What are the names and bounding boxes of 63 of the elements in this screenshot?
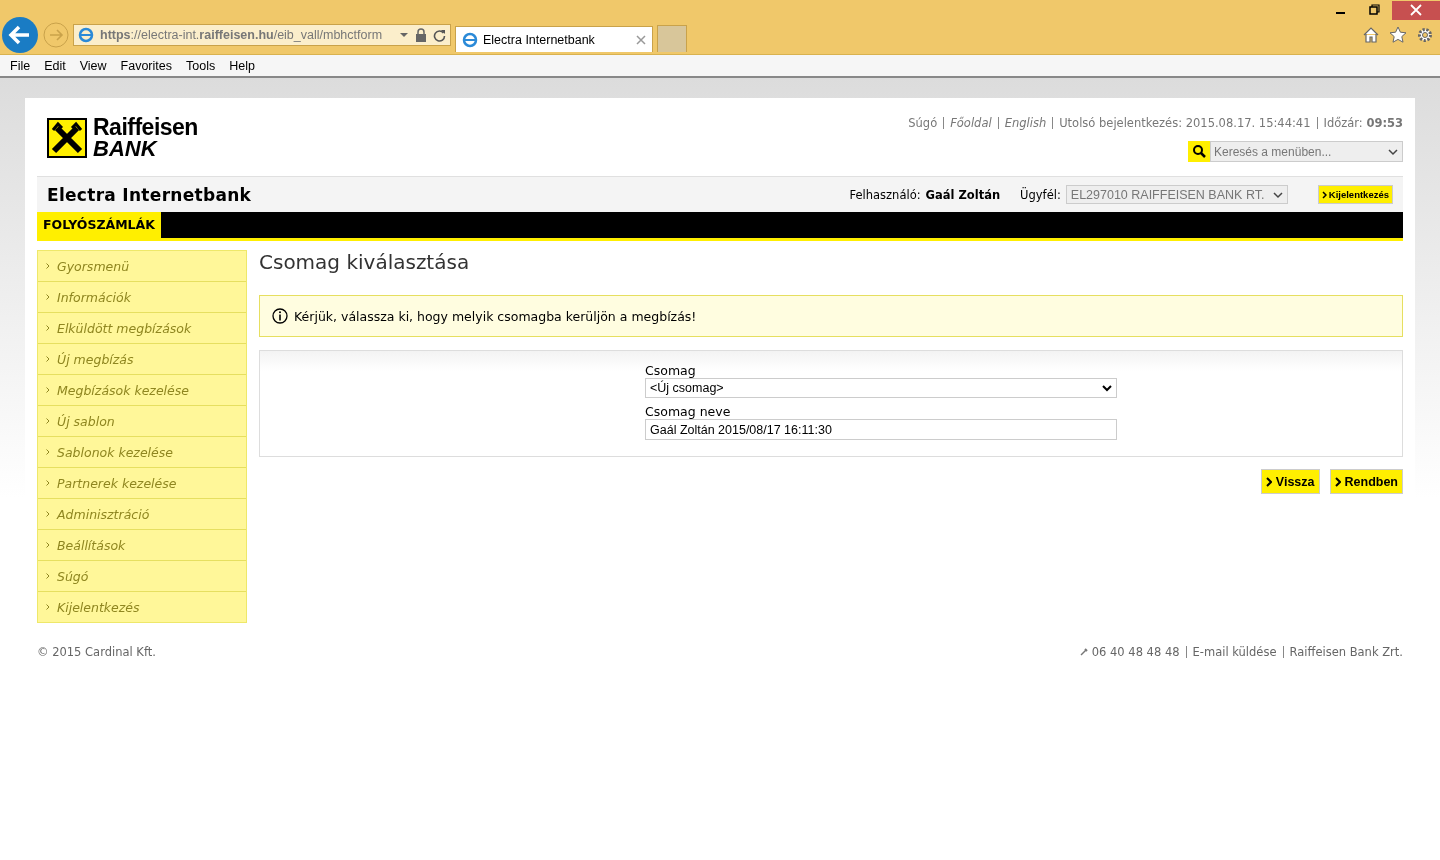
nav-tab[interactable]: FOLYÓSZÁMLÁK xyxy=(37,212,161,238)
package-select[interactable]: <Új csomag> xyxy=(645,378,1117,398)
close-button[interactable] xyxy=(1392,0,1440,20)
chevron-right-icon xyxy=(46,418,50,424)
chevron-right-icon xyxy=(46,387,50,393)
chevron-down-icon xyxy=(1102,384,1112,392)
phone-icon xyxy=(1079,648,1088,656)
star-icon[interactable] xyxy=(1389,26,1407,44)
notice-text: Kérjük, válassza ki, hogy melyik csomagba kerüljön a megbízás! xyxy=(294,308,697,324)
user-label: Felhasználó: xyxy=(849,187,921,202)
home-icon[interactable] xyxy=(1362,26,1380,44)
browser-icon xyxy=(462,31,478,48)
action-button[interactable]: Vissza xyxy=(1260,469,1320,494)
chevron-right-icon xyxy=(46,449,50,455)
chevron-right-icon xyxy=(46,325,50,331)
info-icon xyxy=(272,308,288,324)
chevron-down-icon xyxy=(1272,190,1283,199)
menu-item[interactable]: File xyxy=(3,58,38,73)
close-icon[interactable] xyxy=(636,34,646,45)
client-select[interactable]: EL297010 RAIFFEISEN BANK RT. xyxy=(1065,185,1288,204)
chevron-right-icon xyxy=(46,511,50,517)
search-icon[interactable] xyxy=(1188,141,1210,162)
chevron-right-icon xyxy=(46,573,50,579)
lock-icon xyxy=(415,28,427,42)
address-bar[interactable]: https://electra-int.raiffeisen.hu/eib_vall/mbhctform xyxy=(73,24,451,46)
back-icon[interactable] xyxy=(1,16,39,54)
footer-link[interactable]: Raiffeisen Bank Zrt. xyxy=(1282,646,1403,658)
chevron-right-icon xyxy=(46,480,50,486)
action-button[interactable]: Rendben xyxy=(1329,469,1403,494)
chevron-right-icon xyxy=(46,604,50,610)
bank-logo[interactable]: Raiffeisen BANK xyxy=(47,116,198,160)
chevron-right-icon xyxy=(1321,190,1327,199)
browser-tab[interactable]: Electra Internetbank xyxy=(455,26,653,52)
field-label: Csomag neve xyxy=(645,404,732,419)
user-name: Gaál Zoltán xyxy=(925,187,1001,202)
logout-button[interactable]: Kijelentkezés xyxy=(1317,185,1393,204)
header-link[interactable]: Főoldal xyxy=(943,117,998,129)
menu-item[interactable]: Favorites xyxy=(113,58,179,73)
chevron-right-icon xyxy=(1265,476,1272,487)
client-label: Ügyfél: xyxy=(1020,187,1061,202)
copyright-text: © 2015 Cardinal Kft. xyxy=(37,645,156,659)
chevron-right-icon xyxy=(46,294,50,300)
app-title: Electra Internetbank xyxy=(47,184,252,205)
chevron-right-icon xyxy=(46,356,50,362)
menu-item[interactable]: Help xyxy=(222,58,262,73)
field-label: Csomag xyxy=(645,363,697,378)
menu-item[interactable]: Tools xyxy=(179,58,223,73)
settings-icon[interactable] xyxy=(1416,26,1434,44)
menu-item[interactable]: Edit xyxy=(37,58,73,73)
restore-icon[interactable] xyxy=(1369,4,1381,16)
refresh-icon[interactable] xyxy=(433,28,446,42)
package-name-field[interactable]: Gaál Zoltán 2015/08/17 16:11:30 xyxy=(645,419,1117,440)
chevron-right-icon xyxy=(46,542,50,548)
menu-search-field[interactable]: Keresés a menüben... xyxy=(1210,141,1403,162)
chevron-right-icon xyxy=(46,263,50,269)
dropdown-caret-icon[interactable] xyxy=(399,31,409,39)
close-icon xyxy=(1410,4,1422,16)
chevron-right-icon xyxy=(1334,476,1341,487)
browser-icon xyxy=(78,27,94,43)
chevron-down-icon xyxy=(1388,148,1398,156)
footer-link[interactable]: E-mail küldése xyxy=(1185,646,1277,658)
page-title: Csomag kiválasztása xyxy=(259,250,471,274)
menu-item[interactable]: View xyxy=(72,58,114,73)
